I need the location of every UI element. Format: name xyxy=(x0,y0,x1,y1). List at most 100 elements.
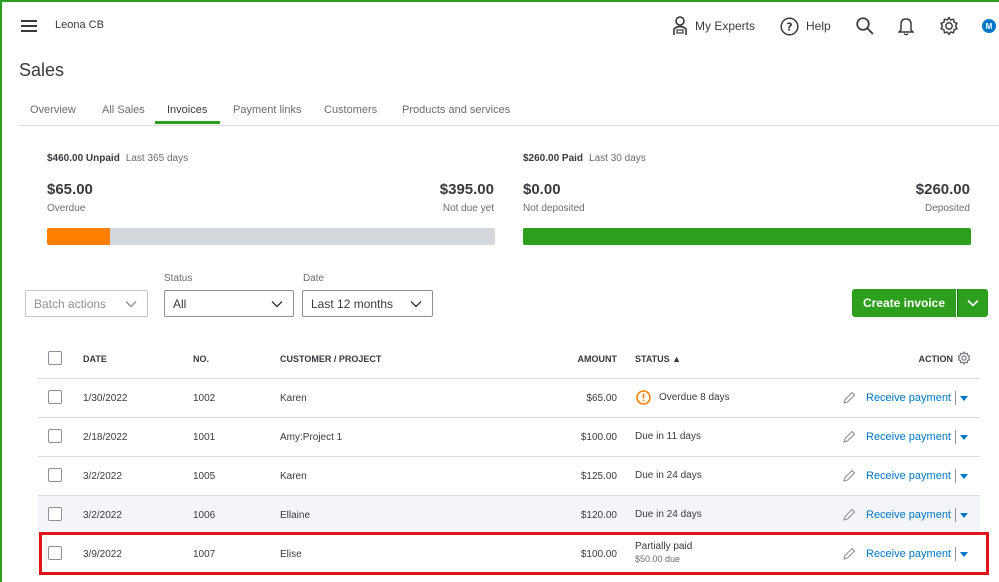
action-menu-caret-icon[interactable] xyxy=(960,396,968,401)
row-amount: $65.00 xyxy=(586,393,617,404)
column-amount[interactable]: AMOUNT xyxy=(578,354,618,364)
create-invoice-button[interactable]: Create invoice xyxy=(852,289,956,317)
settings-button[interactable] xyxy=(939,14,959,38)
not-deposited-amount[interactable]: $0.00 xyxy=(523,181,561,198)
svg-text:?: ? xyxy=(786,20,792,33)
row-status: Due in 11 days xyxy=(635,431,701,442)
row-status: Due in 24 days xyxy=(635,509,702,520)
tab-customers[interactable]: Customers xyxy=(324,104,377,124)
action-divider xyxy=(955,508,956,522)
tab-payment-links[interactable]: Payment links xyxy=(233,104,301,124)
action-menu-caret-icon[interactable] xyxy=(960,552,968,557)
unpaid-progress-bar[interactable] xyxy=(47,228,495,245)
batch-actions-dropdown[interactable]: Batch actions xyxy=(25,290,148,317)
row-status: Overdue 8 days xyxy=(659,392,730,403)
status-filter-value: All xyxy=(173,296,187,311)
search-button[interactable] xyxy=(856,14,874,38)
row-number: 1005 xyxy=(193,471,216,482)
row-checkbox[interactable] xyxy=(48,546,62,560)
pencil-icon[interactable] xyxy=(842,391,856,405)
action-menu-caret-icon[interactable] xyxy=(960,513,968,518)
row-status: Due in 24 days xyxy=(635,470,702,481)
row-checkbox[interactable] xyxy=(48,390,62,404)
chevron-down-icon xyxy=(410,300,422,307)
row-customer: Elise xyxy=(280,549,302,560)
receive-payment-link[interactable]: Receive payment xyxy=(866,470,951,482)
receive-payment-link[interactable]: Receive payment xyxy=(866,548,951,560)
notifications-button[interactable] xyxy=(898,14,914,38)
my-experts-button[interactable]: My Experts xyxy=(672,14,755,38)
chevron-down-icon xyxy=(271,300,283,307)
paid-total: $260.00 Paid xyxy=(523,153,584,164)
receive-payment-link[interactable]: Receive payment xyxy=(866,509,951,521)
table-settings-gear-icon[interactable] xyxy=(957,351,971,365)
help-circle-icon: ? xyxy=(780,16,799,36)
paid-period: Last 30 days xyxy=(589,153,646,164)
row-date: 3/2/2022 xyxy=(83,471,122,482)
row-status-group: Partially paid $50.00 due xyxy=(635,541,692,564)
unpaid-summary-header: $460.00 Unpaid Last 365 days xyxy=(47,153,188,164)
select-all-checkbox[interactable] xyxy=(48,351,62,365)
row-amount: $125.00 xyxy=(580,471,617,482)
status-filter-label: Status xyxy=(164,273,193,284)
column-date[interactable]: DATE xyxy=(83,354,107,364)
row-number: 1001 xyxy=(193,432,216,443)
tab-all-sales[interactable]: All Sales xyxy=(102,104,145,124)
pencil-icon[interactable] xyxy=(842,430,856,444)
receive-payment-link[interactable]: Receive payment xyxy=(866,392,951,404)
table-row[interactable]: 3/2/2022 1005 Karen $125.00 Due in 24 da… xyxy=(38,457,980,496)
table-row[interactable]: 2/18/2022 1001 Amy:Project 1 $100.00 Due… xyxy=(38,418,980,457)
bell-icon xyxy=(898,18,914,36)
help-button[interactable]: ? Help xyxy=(780,14,831,38)
row-number: 1007 xyxy=(193,549,216,560)
active-tab-indicator xyxy=(155,121,220,124)
not-due-amount[interactable]: $395.00 xyxy=(440,181,494,198)
my-experts-label: My Experts xyxy=(695,19,756,33)
chevron-down-icon xyxy=(125,300,137,307)
row-amount: $100.00 xyxy=(580,432,617,443)
person-icon xyxy=(673,16,687,35)
action-divider xyxy=(955,469,956,483)
deposited-bar-segment[interactable] xyxy=(523,228,971,245)
deposited-label: Deposited xyxy=(924,203,970,214)
row-amount: $100.00 xyxy=(580,549,617,560)
action-menu-caret-icon[interactable] xyxy=(960,474,968,479)
row-status: Partially paid xyxy=(635,541,693,552)
create-invoice-menu-button[interactable] xyxy=(957,289,988,317)
row-customer: Karen xyxy=(280,393,307,404)
receive-payment-link[interactable]: Receive payment xyxy=(866,431,951,443)
action-divider xyxy=(955,430,956,444)
row-customer: Ellaine xyxy=(280,510,311,521)
overdue-label: Overdue xyxy=(47,203,86,214)
search-icon xyxy=(856,17,874,35)
company-name: Leona CB xyxy=(55,19,104,31)
column-customer[interactable]: CUSTOMER / PROJECT xyxy=(280,354,381,364)
pencil-icon[interactable] xyxy=(842,547,856,561)
date-filter-label: Date xyxy=(303,273,325,284)
column-number[interactable]: NO. xyxy=(193,354,209,364)
hamburger-menu-icon[interactable] xyxy=(21,20,37,32)
overdue-warning-icon xyxy=(636,390,651,405)
row-checkbox[interactable] xyxy=(48,468,62,482)
row-checkbox[interactable] xyxy=(48,507,62,521)
overdue-bar-segment[interactable] xyxy=(47,228,111,245)
table-row[interactable]: 3/9/2022 1007 Elise $100.00 Partially pa… xyxy=(38,535,980,573)
pencil-icon[interactable] xyxy=(842,469,856,483)
row-checkbox[interactable] xyxy=(48,429,62,443)
row-date: 1/30/2022 xyxy=(83,393,128,404)
tab-overview[interactable]: Overview xyxy=(30,104,76,124)
overdue-amount[interactable]: $65.00 xyxy=(47,181,93,198)
not-due-label: Not due yet xyxy=(442,203,494,214)
date-filter-value: Last 12 months xyxy=(311,296,394,311)
table-row[interactable]: 1/30/2022 1002 Karen $65.00 Overdue 8 da… xyxy=(38,379,980,418)
paid-progress-bar[interactable] xyxy=(523,228,971,245)
date-filter-dropdown[interactable]: Last 12 months xyxy=(302,290,433,317)
top-bar: Leona CB My Experts ? Help M xyxy=(0,2,999,48)
deposited-amount[interactable]: $260.00 xyxy=(916,181,970,198)
action-menu-caret-icon[interactable] xyxy=(960,435,968,440)
column-status[interactable]: STATUS ▲ xyxy=(635,354,681,364)
pencil-icon[interactable] xyxy=(842,508,856,522)
status-filter-dropdown[interactable]: All xyxy=(164,290,294,317)
table-row[interactable]: 3/2/2022 1006 Ellaine $120.00 Due in 24 … xyxy=(38,496,980,535)
tab-products-and-services[interactable]: Products and services xyxy=(402,104,510,124)
